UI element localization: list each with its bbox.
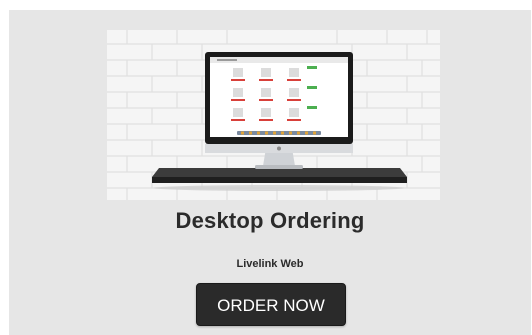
desktop-computer-illustration bbox=[107, 30, 440, 200]
hero-image bbox=[107, 30, 440, 200]
monitor-screen bbox=[210, 57, 348, 137]
card-title: Desktop Ordering bbox=[175, 208, 365, 233]
shelf bbox=[152, 168, 407, 177]
card-subtitle: Livelink Web bbox=[236, 258, 304, 270]
apple-logo-icon bbox=[277, 146, 281, 151]
order-now-button[interactable]: ORDER NOW bbox=[196, 283, 346, 326]
ordering-card: Desktop Ordering Livelink Web ORDER NOW bbox=[9, 10, 531, 335]
